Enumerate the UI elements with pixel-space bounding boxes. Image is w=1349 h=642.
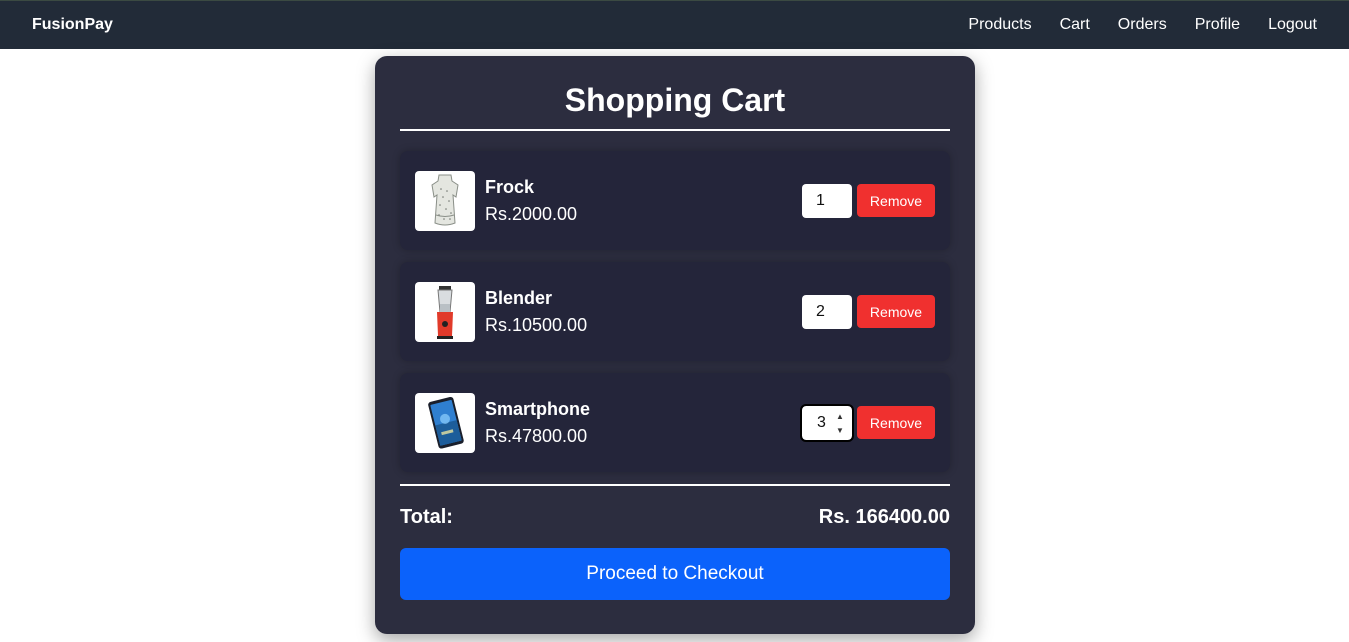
nav-link-orders[interactable]: Orders — [1118, 16, 1167, 34]
item-name: Blender — [485, 287, 553, 308]
quantity-value: 3 — [817, 413, 826, 431]
checkout-button[interactable]: Proceed to Checkout — [400, 548, 950, 600]
smartphone-image — [415, 392, 475, 453]
divider — [400, 484, 950, 486]
blender-image — [415, 281, 475, 342]
nav-links: Products Cart Orders Profile Logout — [968, 16, 1317, 34]
item-price: Rs.2000.00 — [485, 203, 578, 224]
frock-image — [415, 170, 475, 231]
increment-icon[interactable]: ▲ — [834, 412, 846, 422]
brand-logo[interactable]: FusionPay — [32, 16, 113, 34]
remove-button[interactable]: Remove — [857, 295, 935, 328]
navbar: FusionPay Products Cart Orders Profile L… — [0, 0, 1349, 49]
item-info: Smartphone Rs.47800.00 — [485, 398, 802, 448]
nav-link-logout[interactable]: Logout — [1268, 16, 1317, 34]
remove-button[interactable]: Remove — [857, 184, 935, 217]
nav-link-cart[interactable]: Cart — [1060, 16, 1090, 34]
cart-item: Frock Rs.2000.00 1 Remove — [400, 151, 950, 250]
cart-items: Frock Rs.2000.00 1 Remove Blender Rs.105… — [400, 131, 950, 472]
quantity-value: 2 — [816, 302, 825, 320]
total-label: Total: — [400, 506, 453, 528]
quantity-input[interactable]: 1 — [802, 183, 852, 218]
total-value: Rs. 166400.00 — [818, 506, 950, 528]
item-name: Smartphone — [485, 398, 591, 419]
quantity-input[interactable]: 2 — [802, 294, 852, 329]
item-price: Rs.47800.00 — [485, 425, 588, 446]
decrement-icon[interactable]: ▼ — [834, 426, 846, 436]
total-row: Total: Rs. 166400.00 — [400, 506, 950, 529]
item-info: Frock Rs.2000.00 — [485, 176, 802, 226]
item-info: Blender Rs.10500.00 — [485, 287, 802, 337]
cart-item: Smartphone Rs.47800.00 3 ▲ ▼ Remove — [400, 373, 950, 472]
item-name: Frock — [485, 176, 535, 197]
quantity-spinner[interactable]: ▲ ▼ — [834, 412, 846, 436]
item-price: Rs.10500.00 — [485, 314, 588, 335]
quantity-value: 1 — [816, 191, 825, 209]
cart-item: Blender Rs.10500.00 2 Remove — [400, 262, 950, 361]
nav-link-profile[interactable]: Profile — [1195, 16, 1240, 34]
nav-link-products[interactable]: Products — [968, 16, 1031, 34]
remove-button[interactable]: Remove — [857, 406, 935, 439]
page-title: Shopping Cart — [564, 82, 786, 118]
quantity-input[interactable]: 3 ▲ ▼ — [800, 403, 854, 442]
cart-card: Shopping Cart Frock Rs.2000.00 1 Remove … — [375, 56, 975, 634]
